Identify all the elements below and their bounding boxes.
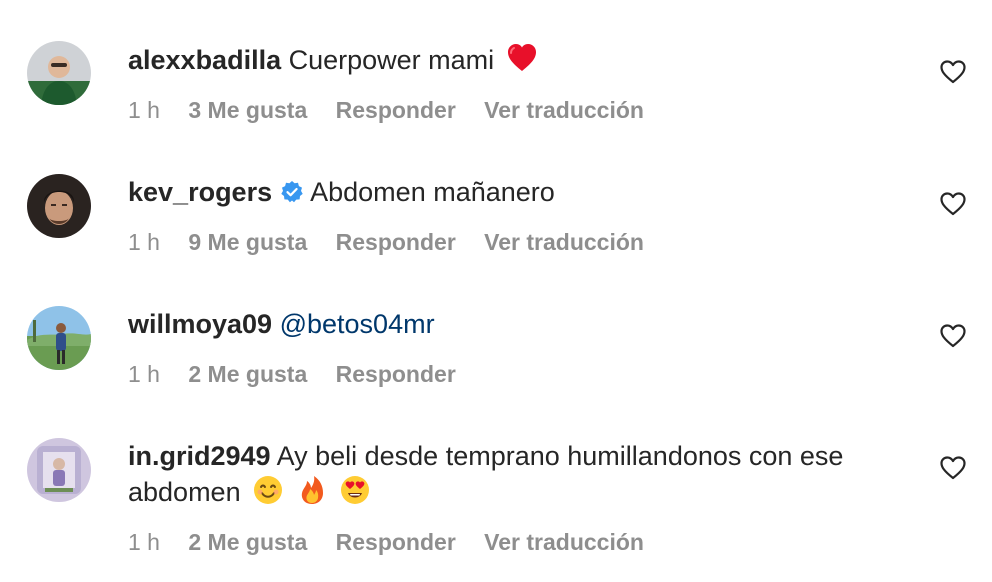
comment-text: kev_rogers Abdomen mañanero	[128, 174, 918, 210]
comment-username[interactable]: in.grid2949	[128, 441, 271, 471]
likes-count-link[interactable]: 2 Me gusta	[188, 529, 307, 555]
like-heart-icon[interactable]	[940, 324, 966, 348]
comment-username[interactable]: kev_rogers	[128, 177, 272, 207]
comment-meta: 1 h 2 Me gusta Responder Ver traducción	[128, 528, 666, 556]
likes-count-link[interactable]: 9 Me gusta	[188, 229, 307, 255]
mention-link[interactable]: @betos04mr	[280, 309, 435, 339]
comment-meta: 1 h 3 Me gusta Responder Ver traducción	[128, 96, 666, 124]
comment-body: Abdomen mañanero	[310, 177, 555, 207]
reply-button[interactable]: Responder	[336, 361, 456, 387]
verified-badge-icon	[280, 180, 304, 204]
fire-icon	[296, 474, 328, 506]
reply-button[interactable]: Responder	[336, 529, 456, 555]
avatar[interactable]	[27, 438, 91, 502]
comment-text: willmoya09 @betos04mr	[128, 306, 918, 342]
comment-text: in.grid2949 Ay beli desde temprano humil…	[128, 438, 918, 510]
comment-time: 1 h	[128, 529, 160, 555]
comment-time: 1 h	[128, 229, 160, 255]
like-heart-icon[interactable]	[940, 456, 966, 480]
reply-button[interactable]: Responder	[336, 97, 456, 123]
likes-count-link[interactable]: 2 Me gusta	[188, 361, 307, 387]
comment-time: 1 h	[128, 361, 160, 387]
like-heart-icon[interactable]	[940, 192, 966, 216]
heart-eyes-icon	[339, 474, 371, 506]
avatar[interactable]	[27, 306, 91, 370]
comment-username[interactable]: willmoya09	[128, 309, 272, 339]
comment-meta: 1 h 2 Me gusta Responder	[128, 360, 478, 388]
translate-button[interactable]: Ver traducción	[484, 529, 644, 555]
comment-text: alexxbadilla Cuerpower mami	[128, 42, 918, 78]
comment-body: Cuerpower mami	[288, 45, 495, 75]
avatar[interactable]	[27, 41, 91, 105]
translate-button[interactable]: Ver traducción	[484, 229, 644, 255]
comment-time: 1 h	[128, 97, 160, 123]
avatar[interactable]	[27, 174, 91, 238]
reply-button[interactable]: Responder	[336, 229, 456, 255]
red-heart-icon	[506, 42, 538, 74]
translate-button[interactable]: Ver traducción	[484, 97, 644, 123]
like-heart-icon[interactable]	[940, 60, 966, 84]
likes-count-link[interactable]: 3 Me gusta	[188, 97, 307, 123]
smiling-face-icon	[252, 474, 284, 506]
comment-username[interactable]: alexxbadilla	[128, 45, 281, 75]
comment-meta: 1 h 9 Me gusta Responder Ver traducción	[128, 228, 666, 256]
